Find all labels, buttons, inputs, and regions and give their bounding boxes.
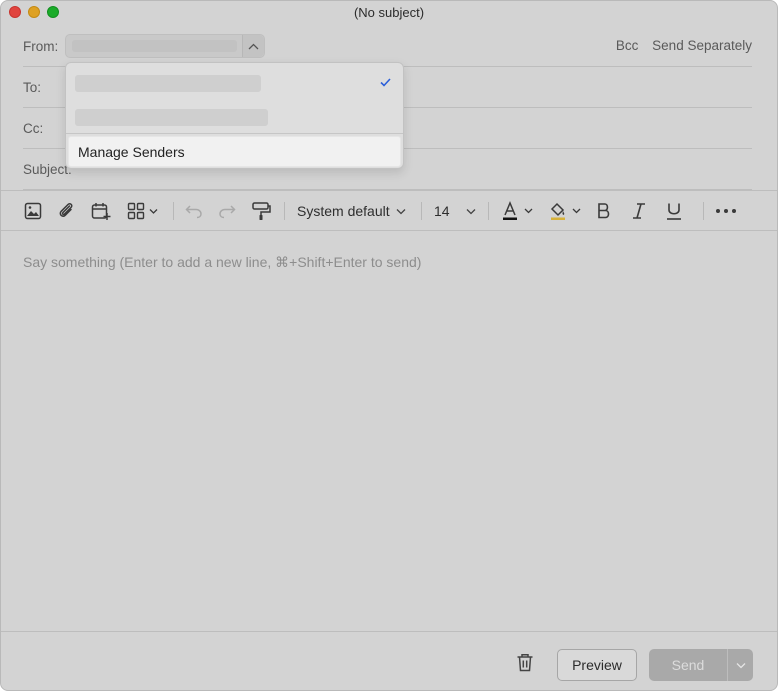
font-size-value: 14 — [434, 203, 450, 219]
from-label: From: — [23, 39, 59, 54]
highlight-color-icon — [550, 202, 581, 220]
compose-footer: Preview Send — [1, 631, 777, 690]
send-options-button[interactable] — [727, 649, 753, 681]
from-row: From: Bcc Send Separately — [23, 26, 752, 67]
underline-icon[interactable] — [666, 200, 682, 222]
manage-senders-menu-item[interactable]: Manage Senders — [68, 136, 401, 167]
menu-divider — [66, 133, 403, 134]
font-family-value: System default — [297, 203, 390, 219]
attachment-icon[interactable] — [57, 200, 75, 222]
undo-icon[interactable] — [185, 200, 203, 222]
send-button[interactable]: Send — [649, 649, 727, 681]
italic-icon[interactable] — [632, 200, 646, 222]
bold-icon[interactable] — [597, 200, 611, 222]
message-body-editor[interactable]: Say something (Enter to add a new line, … — [23, 254, 421, 271]
insert-image-icon[interactable] — [24, 200, 42, 222]
from-sender-select[interactable] — [65, 34, 265, 58]
toolbar-divider — [421, 202, 422, 220]
toolbar-divider — [173, 202, 174, 220]
font-color-button[interactable] — [501, 200, 535, 222]
formatting-toolbar: System default 14 — [1, 190, 777, 231]
sender-redacted — [75, 75, 261, 92]
chevron-up-icon[interactable] — [242, 35, 264, 57]
send-button-group: Send — [649, 649, 753, 681]
insert-calendar-icon[interactable] — [91, 200, 111, 222]
sender-redacted — [75, 109, 268, 126]
send-separately-button[interactable]: Send Separately — [652, 38, 752, 53]
from-sender-dropdown: Manage Senders — [65, 62, 404, 169]
preview-button[interactable]: Preview — [557, 649, 637, 681]
bcc-button[interactable]: Bcc — [616, 38, 639, 53]
to-label: To: — [23, 80, 42, 95]
format-painter-icon[interactable] — [251, 200, 271, 222]
recipient-options: Bcc Send Separately — [606, 38, 752, 53]
from-sender-redacted — [72, 40, 237, 52]
title-bar: (No subject) — [1, 1, 777, 25]
highlight-color-button[interactable] — [549, 200, 583, 222]
font-size-select[interactable]: 14 — [434, 200, 476, 222]
chevron-down-icon — [466, 208, 476, 214]
window-title: (No subject) — [353, 5, 425, 20]
more-options-icon[interactable] — [715, 200, 737, 222]
sender-option[interactable] — [66, 100, 403, 134]
cc-label: Cc: — [23, 121, 44, 136]
toolbar-divider — [703, 202, 704, 220]
trash-icon[interactable] — [516, 653, 534, 677]
chevron-down-icon — [396, 208, 406, 214]
compose-window: (No subject) From: Bcc Send Separately T… — [0, 0, 778, 691]
font-family-select[interactable]: System default — [297, 200, 406, 222]
toolbar-divider — [488, 202, 489, 220]
redo-icon[interactable] — [218, 200, 236, 222]
font-color-icon — [503, 201, 533, 220]
apps-grid-icon[interactable] — [127, 200, 161, 222]
toolbar-divider — [284, 202, 285, 220]
sender-option-selected[interactable] — [66, 66, 403, 100]
chevron-down-icon — [736, 662, 745, 668]
checkmark-icon — [380, 74, 391, 92]
